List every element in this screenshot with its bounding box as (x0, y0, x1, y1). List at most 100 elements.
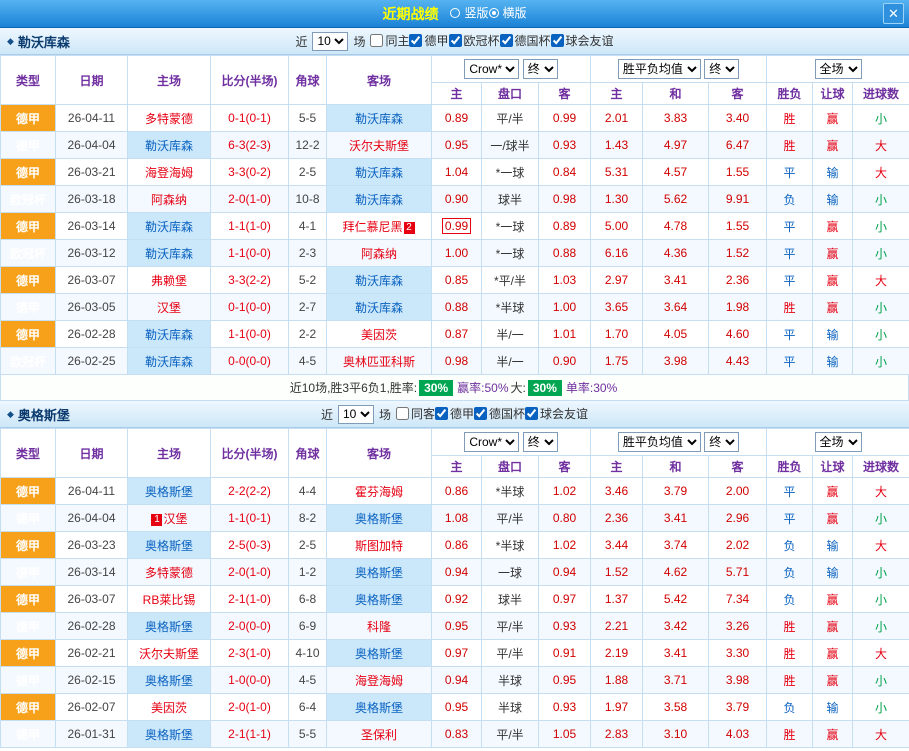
asia-odds-header: Crow* 终 (432, 56, 591, 83)
scope-select[interactable]: 全场 (815, 432, 862, 452)
europe-source-select[interactable]: 胜平负均值 (618, 432, 701, 452)
filter-checkbox-德国杯[interactable]: 德国杯 (500, 32, 551, 49)
asia-home-odds: 0.90 (432, 186, 482, 213)
league-cell: 德甲 (1, 505, 56, 532)
orientation-radio-横版[interactable]: 横版 (489, 4, 527, 21)
checkbox-input[interactable] (474, 407, 487, 420)
europe-draw-odds: 3.98 (643, 348, 709, 375)
home-team-cell: 勒沃库森 (128, 213, 211, 240)
match-count-select[interactable]: 10 (338, 405, 374, 424)
league-cell: 德甲 (1, 159, 56, 186)
checkbox-input[interactable] (370, 34, 383, 47)
checkbox-input[interactable] (435, 407, 448, 420)
filter-checkbox-欧冠杯[interactable]: 欧冠杯 (449, 32, 500, 49)
asia-handicap: *半球 (482, 532, 539, 559)
checkbox-input[interactable] (396, 407, 409, 420)
odds-final-select[interactable]: 终 (523, 432, 558, 452)
match-row: 德甲26-02-28奥格斯堡2-0(0-0)6-9科隆0.95平/半0.932.… (1, 613, 909, 640)
filter-checkbox-德国杯[interactable]: 德国杯 (474, 405, 525, 422)
europe-source-select[interactable]: 胜平负均值 (618, 59, 701, 79)
europe-away-odds: 1.52 (709, 240, 767, 267)
filter-checkbox-球会友谊[interactable]: 球会友谊 (525, 405, 588, 422)
corners-cell: 1-2 (289, 559, 327, 586)
result-goals: 小 (853, 321, 909, 348)
result-goals: 大 (853, 640, 909, 667)
away-team-cell: 斯图加特 (327, 532, 432, 559)
asia-home-odds: 0.94 (432, 559, 482, 586)
score-cell: 3-3(2-2) (211, 267, 289, 294)
home-team-cell: 奥格斯堡 (128, 478, 211, 505)
date-cell: 26-03-23 (56, 532, 128, 559)
corners-cell: 2-5 (289, 159, 327, 186)
score-cell: 2-3(1-0) (211, 640, 289, 667)
corners-cell: 12-2 (289, 132, 327, 159)
asia-handicap: 球半 (482, 586, 539, 613)
europe-draw-odds: 4.78 (643, 213, 709, 240)
date-cell: 26-03-12 (56, 240, 128, 267)
corners-cell: 10-8 (289, 186, 327, 213)
filter-checkbox-同主[interactable]: 同主 (370, 32, 409, 49)
asia-home-odds: 0.98 (432, 348, 482, 375)
asia-away-odds: 0.84 (539, 159, 591, 186)
result-wdl: 胜 (767, 721, 813, 748)
asia-odds-header: Crow* 终 (432, 429, 591, 456)
result-handicap: 输 (813, 532, 853, 559)
league-cell: 德甲 (1, 105, 56, 132)
europe-home-odds: 3.65 (591, 294, 643, 321)
result-wdl: 胜 (767, 105, 813, 132)
result-wdl: 胜 (767, 667, 813, 694)
europe-home-odds: 5.31 (591, 159, 643, 186)
odds-source-select[interactable]: Crow* (464, 432, 519, 452)
result-handicap: 输 (813, 348, 853, 375)
europe-home-odds: 3.44 (591, 532, 643, 559)
result-goals: 大 (853, 478, 909, 505)
result-wdl: 负 (767, 586, 813, 613)
europe-final-select[interactable]: 终 (704, 59, 739, 79)
date-cell: 26-03-07 (56, 267, 128, 294)
filter-checkbox-德甲[interactable]: 德甲 (435, 405, 474, 422)
subcol-europe-draw: 和 (643, 456, 709, 478)
result-goals: 小 (853, 240, 909, 267)
filter-checkbox-同客[interactable]: 同客 (396, 405, 435, 422)
score-cell: 2-2(2-2) (211, 478, 289, 505)
team-title: ◆ 奥格斯堡 (7, 401, 70, 428)
checkbox-input[interactable] (500, 34, 513, 47)
subcol-europe-home: 主 (591, 456, 643, 478)
checkbox-input[interactable] (409, 34, 422, 47)
score-cell: 1-1(0-0) (211, 240, 289, 267)
checkbox-input[interactable] (525, 407, 538, 420)
col-score: 比分(半场) (211, 56, 289, 105)
checkbox-input[interactable] (449, 34, 462, 47)
asia-handicap: *半球 (482, 294, 539, 321)
odds-final-select[interactable]: 终 (523, 59, 558, 79)
europe-final-select[interactable]: 终 (704, 432, 739, 452)
score-cell: 3-3(0-2) (211, 159, 289, 186)
odds-source-select[interactable]: Crow* (464, 59, 519, 79)
filter-checkbox-德甲[interactable]: 德甲 (409, 32, 448, 49)
result-wdl: 平 (767, 159, 813, 186)
asia-home-odds: 0.95 (432, 613, 482, 640)
asia-handicap: 球半 (482, 186, 539, 213)
scope-select[interactable]: 全场 (815, 59, 862, 79)
team-sections: ◆ 勒沃库森 近 10 场 同主德甲欧冠杯德国杯球会友谊 类型 日期 (0, 28, 909, 748)
result-goals: 大 (853, 267, 909, 294)
match-count-select[interactable]: 10 (312, 32, 348, 51)
asia-away-odds: 0.95 (539, 667, 591, 694)
away-team-cell: 拜仁慕尼黑2 (327, 213, 432, 240)
score-cell: 2-0(1-0) (211, 694, 289, 721)
match-row: 德甲26-02-28勒沃库森1-1(0-0)2-2美因茨0.87半/一1.011… (1, 321, 909, 348)
orientation-radio-竖版[interactable]: 竖版 (450, 4, 488, 21)
asia-away-odds: 0.93 (539, 694, 591, 721)
europe-away-odds: 5.71 (709, 559, 767, 586)
result-goals: 小 (853, 186, 909, 213)
asia-handicap: 平/半 (482, 640, 539, 667)
titlebar: 近期战绩 竖版横版 ✕ (0, 0, 909, 28)
asia-handicap: 半/一 (482, 348, 539, 375)
filter-checkbox-球会友谊[interactable]: 球会友谊 (551, 32, 614, 49)
checkbox-input[interactable] (551, 34, 564, 47)
date-cell: 26-02-15 (56, 667, 128, 694)
europe-home-odds: 1.37 (591, 586, 643, 613)
league-cell: 欧冠杯 (1, 186, 56, 213)
close-button[interactable]: ✕ (883, 3, 904, 24)
checkbox-label: 球会友谊 (540, 405, 588, 422)
